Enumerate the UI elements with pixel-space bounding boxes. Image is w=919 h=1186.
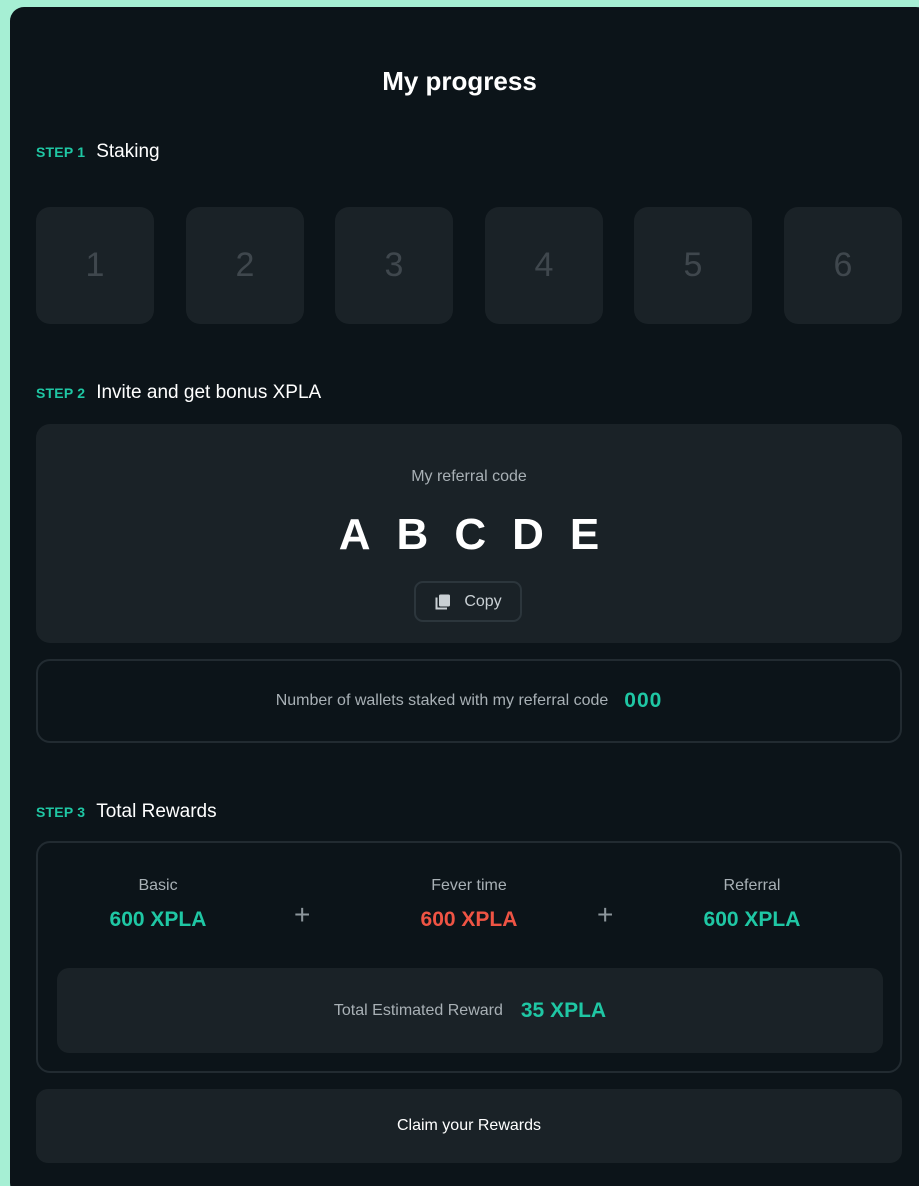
staking-day-4: 4 <box>485 207 603 324</box>
plus-icon: + <box>294 899 311 930</box>
referral-wallets-label: Number of wallets staked with my referra… <box>275 692 609 709</box>
referral-code: ABCDE <box>338 510 626 559</box>
step3-header: STEP 3 Total Rewards <box>36 801 217 823</box>
plus-icon: + <box>597 899 614 930</box>
reward-fever-value: 600 XPLA <box>420 908 518 931</box>
step1-title: Staking <box>96 141 160 162</box>
step2-title: Invite and get bonus XPLA <box>96 382 322 403</box>
copy-icon <box>434 593 452 611</box>
reward-referral: Referral 600 XPLA <box>632 877 872 932</box>
reward-referral-value: 600 XPLA <box>703 908 801 931</box>
claim-rewards-button[interactable]: Claim your Rewards <box>36 1089 902 1163</box>
step1-header: STEP 1 Staking <box>36 141 160 163</box>
copy-button[interactable]: Copy <box>414 581 522 622</box>
staking-day-3: 3 <box>335 207 453 324</box>
staking-day-5: 5 <box>634 207 752 324</box>
reward-basic-value: 600 XPLA <box>109 908 207 931</box>
step2-tag: STEP 2 <box>36 385 86 401</box>
staking-day-6: 6 <box>784 207 902 324</box>
total-reward-label: Total Estimated Reward <box>333 1001 503 1019</box>
referral-code-label: My referral code <box>411 468 527 485</box>
reward-basic-label: Basic <box>138 877 178 894</box>
reward-fever-label: Fever time <box>431 877 507 894</box>
staking-day-1: 1 <box>36 207 154 324</box>
step3-tag: STEP 3 <box>36 804 86 820</box>
copy-button-label: Copy <box>464 592 502 610</box>
referral-wallets-card: Number of wallets staked with my referra… <box>36 659 902 743</box>
total-reward-box: Total Estimated Reward 35 XPLA <box>57 968 883 1053</box>
reward-referral-label: Referral <box>723 877 781 894</box>
step3-title: Total Rewards <box>96 801 217 822</box>
rewards-card: Basic 600 XPLA + Fever time 600 XPLA + R… <box>36 841 902 1073</box>
page-title: My progress <box>382 66 537 96</box>
reward-fever: Fever time 600 XPLA <box>349 877 589 932</box>
staking-day-2: 2 <box>186 207 304 324</box>
referral-code-card: My referral code ABCDE Copy <box>36 424 902 643</box>
step1-tag: STEP 1 <box>36 144 86 160</box>
reward-basic: Basic 600 XPLA <box>38 877 278 932</box>
total-reward-value: 35 XPLA <box>520 998 607 1022</box>
referral-wallets-count: 000 <box>624 689 663 712</box>
step2-header: STEP 2 Invite and get bonus XPLA <box>36 382 321 404</box>
